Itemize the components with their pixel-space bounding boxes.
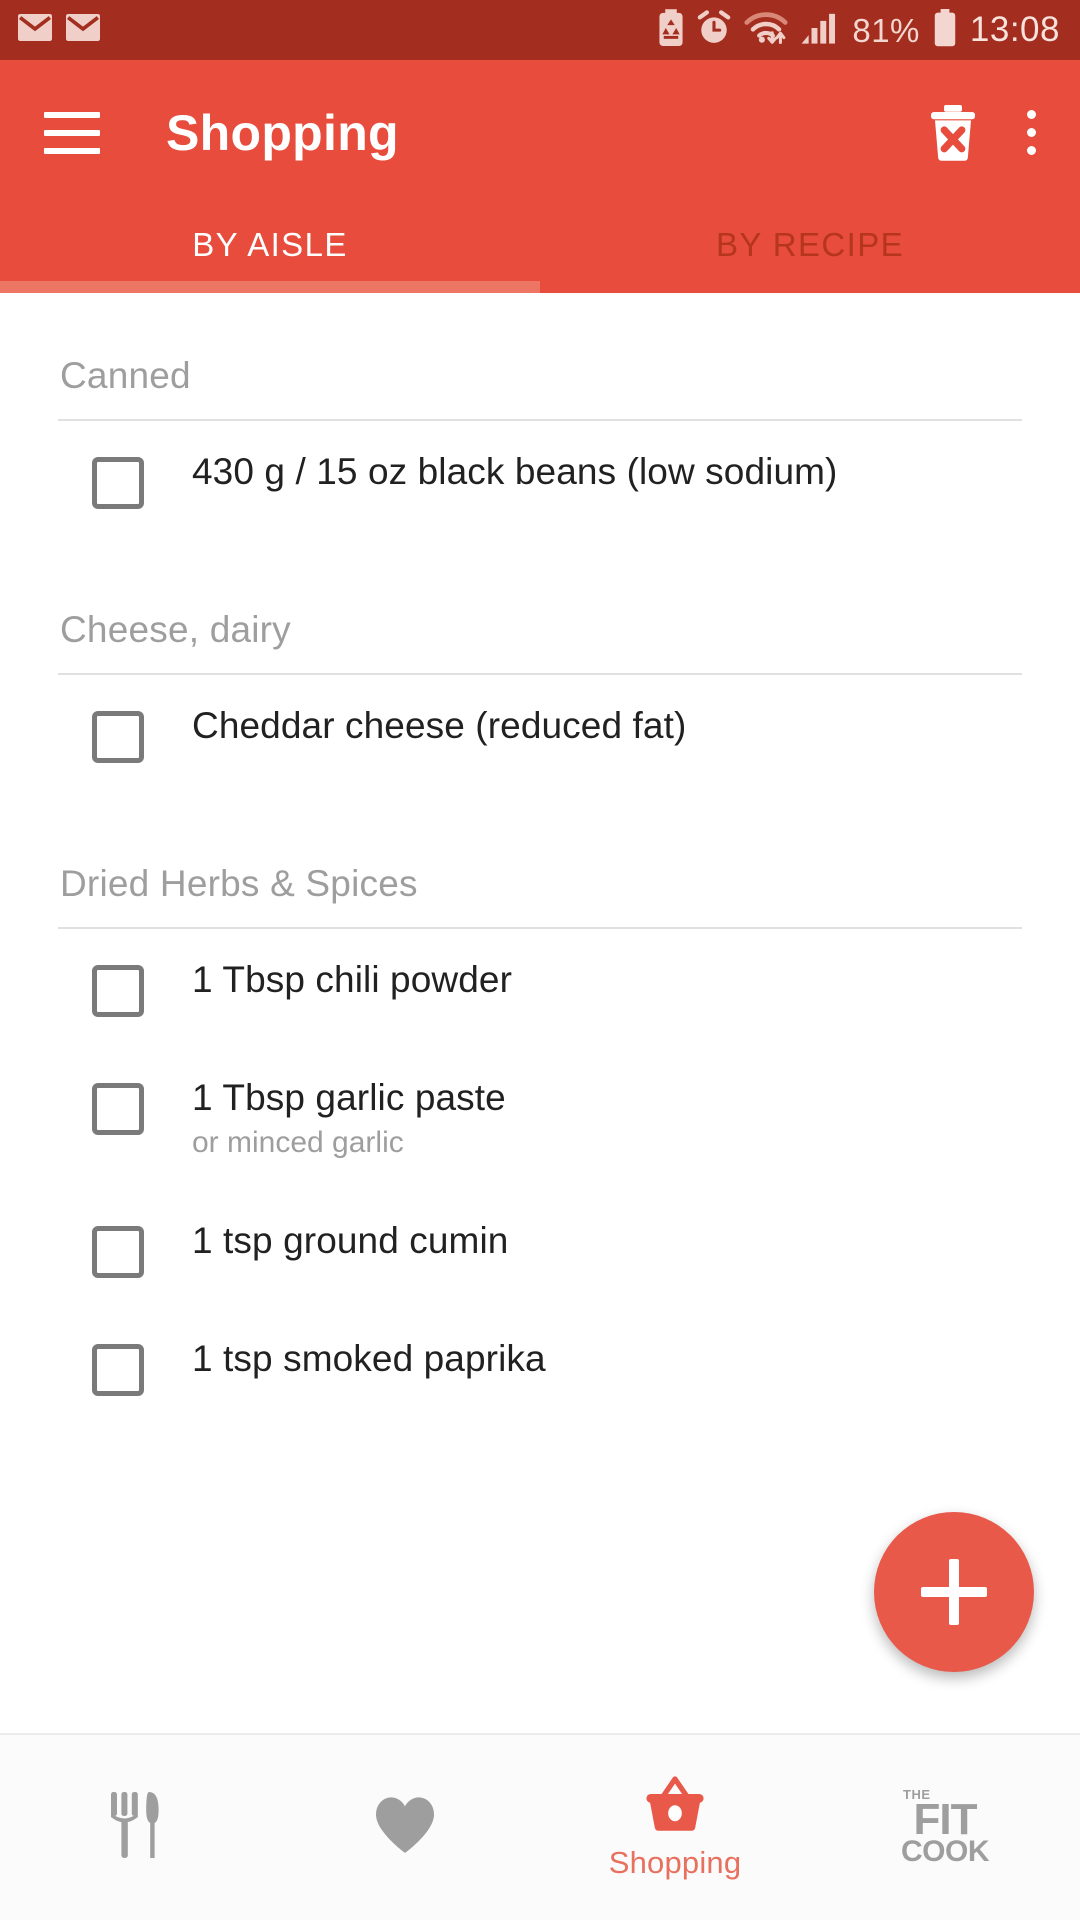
item-text-block: 1 tsp ground cumin (192, 1220, 508, 1263)
item-checkbox[interactable] (92, 457, 144, 509)
tab-bar: BY AISLE BY RECIPE (0, 205, 1080, 293)
list-section: Canned 430 g / 15 oz black beans (low so… (0, 307, 1080, 539)
bottom-navigation: Shopping THE FIT COOK (0, 1733, 1080, 1920)
list-section: Dried Herbs & Spices 1 Tbsp chili powder… (0, 815, 1080, 1426)
item-checkbox[interactable] (92, 1083, 144, 1135)
logo-fit-text: FIT (913, 1794, 978, 1844)
alarm-icon (697, 9, 731, 51)
fork-knife-icon (107, 1790, 163, 1865)
nav-item-recipes[interactable] (0, 1735, 270, 1920)
page-title: Shopping (166, 104, 399, 161)
battery-icon (933, 8, 957, 52)
item-text-block: 1 Tbsp chili powder (192, 959, 512, 1002)
hamburger-menu-icon[interactable] (44, 111, 100, 154)
item-checkbox[interactable] (92, 965, 144, 1017)
item-label: 1 tsp ground cumin (192, 1220, 509, 1262)
battery-percent-label: 81% (852, 11, 920, 49)
list-item[interactable]: 1 Tbsp garlic paste or minced garlic (0, 1047, 1080, 1190)
wifi-icon (744, 11, 788, 50)
add-icon-vertical (949, 1559, 959, 1625)
nav-item-shopping[interactable]: Shopping (540, 1735, 810, 1920)
status-bar: 81% 13:08 (0, 0, 1080, 60)
battery-saver-icon (658, 8, 684, 52)
mail-icon (18, 14, 52, 46)
fit-cook-logo-icon: THE FIT COOK (901, 1788, 990, 1869)
tab-by-aisle[interactable]: BY AISLE (0, 205, 540, 293)
tab-by-recipe[interactable]: BY RECIPE (540, 205, 1080, 293)
overflow-menu-icon[interactable] (1027, 110, 1036, 155)
list-item[interactable]: 430 g / 15 oz black beans (low sodium) (0, 421, 1080, 539)
list-section: Cheese, dairy Cheddar cheese (reduced fa… (0, 561, 1080, 793)
section-title: Dried Herbs & Spices (60, 863, 418, 904)
item-label: 1 Tbsp chili powder (192, 959, 512, 1000)
app-root: 81% 13:08 Shopping BY AISLE BY RECIPE Ca… (0, 0, 1080, 1920)
tab-active-indicator (0, 281, 540, 293)
list-item[interactable]: 1 tsp ground cumin (0, 1190, 1080, 1308)
list-item[interactable]: 1 tsp smoked paprika (0, 1308, 1080, 1426)
status-bar-right-icons: 81% 13:08 (658, 8, 1060, 52)
section-title: Canned (60, 355, 191, 396)
app-bar: Shopping BY AISLE BY RECIPE (0, 60, 1080, 293)
delete-list-icon[interactable] (923, 103, 983, 163)
mail-icon (66, 14, 100, 46)
add-item-fab[interactable] (874, 1512, 1034, 1672)
item-text-block: 430 g / 15 oz black beans (low sodium) (192, 451, 837, 494)
nav-item-fitcook[interactable]: THE FIT COOK (810, 1735, 1080, 1920)
status-bar-left-icons (18, 14, 100, 46)
item-label: 1 tsp smoked paprika (192, 1338, 546, 1380)
app-bar-actions (923, 103, 1054, 163)
nav-item-shopping-label: Shopping (608, 1845, 742, 1880)
item-label: Cheddar cheese (reduced fat) (192, 705, 687, 746)
item-text-block: Cheddar cheese (reduced fat) (192, 705, 686, 748)
logo-cook-text: COOK (901, 1835, 990, 1869)
item-checkbox[interactable] (92, 711, 144, 763)
app-bar-top-row: Shopping (0, 60, 1080, 205)
item-label: 1 Tbsp garlic paste (192, 1077, 506, 1118)
item-label: 430 g / 15 oz black beans (low sodium) (192, 451, 838, 492)
item-checkbox[interactable] (92, 1226, 144, 1279)
item-text-block: 1 tsp smoked paprika (192, 1338, 546, 1381)
list-item[interactable]: Cheddar cheese (reduced fat) (0, 675, 1080, 793)
nav-item-favorites[interactable] (270, 1735, 540, 1920)
shopping-basket-icon (644, 1774, 706, 1839)
item-sublabel: or minced garlic (192, 1125, 404, 1159)
shopping-list[interactable]: Canned 430 g / 15 oz black beans (low so… (0, 293, 1080, 1733)
item-text-block: 1 Tbsp garlic paste or minced garlic (192, 1077, 506, 1160)
heart-icon (374, 1795, 436, 1860)
signal-icon (801, 11, 839, 50)
clock-label: 13:08 (969, 10, 1060, 49)
item-checkbox[interactable] (92, 1344, 144, 1397)
list-item[interactable]: 1 Tbsp chili powder (0, 929, 1080, 1047)
section-title: Cheese, dairy (60, 609, 291, 650)
